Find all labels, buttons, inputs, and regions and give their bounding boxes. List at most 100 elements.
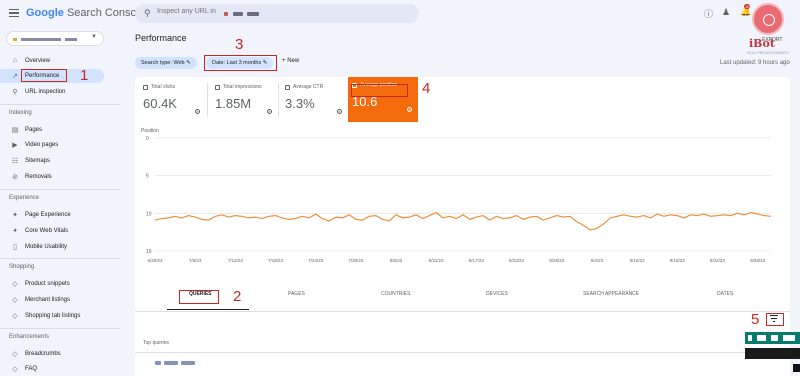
redacted-url [247, 12, 259, 16]
help-icon[interactable]: ⓘ [704, 7, 713, 20]
info-icon[interactable]: ? [407, 107, 412, 112]
app-logo[interactable]: Google Search Console [26, 7, 145, 19]
divider [135, 352, 790, 353]
account-search-icon[interactable]: ♟ [722, 7, 730, 18]
tab-devices[interactable]: DEVICES [486, 291, 508, 297]
y-tick-label: 0 [146, 136, 149, 142]
chevron-down-icon: ▼ [91, 34, 97, 40]
home-icon: ⌂ [12, 57, 18, 64]
sidebar-item-url-inspection[interactable]: ⚲ URL inspection [0, 85, 108, 99]
sitemap-icon: ☷ [11, 158, 19, 165]
table-header-top-queries: Top queries [143, 340, 169, 346]
sidebar-item-mobile-usability[interactable]: ▯ Mobile Usability [0, 240, 108, 254]
watermark-mark [771, 335, 778, 341]
position-chart: Position 0 5 10 15 6/30/23 7/6/23 7/12/23 7/18/2… [141, 128, 772, 263]
info-icon[interactable]: ? [267, 109, 272, 114]
redacted-query [155, 361, 161, 365]
redacted-query [181, 361, 195, 365]
metric-card-total-clicks[interactable]: Total clicks 60.4K ? [139, 79, 205, 120]
performance-panel: Total clicks 60.4K ? Total impressions 1… [135, 77, 790, 299]
divider [0, 189, 120, 190]
watermark-mark [757, 335, 766, 341]
annotation-2: 2 [233, 288, 242, 305]
x-tick-label: 8/23/23 [509, 258, 525, 263]
info-icon[interactable]: ? [337, 109, 342, 114]
x-tick-label: 6/30/23 [147, 258, 163, 263]
x-tick-label: 8/17/23 [469, 258, 485, 263]
x-tick-label: 7/30/23 [348, 258, 364, 263]
product-icon: ◇ [12, 281, 18, 288]
y-axis-label: Position [141, 128, 159, 134]
sidebar-item-breadcrumbs[interactable]: ◇ Breadcrumbs [0, 347, 108, 361]
new-filter-button[interactable]: + New [282, 58, 299, 64]
video-icon: ▶ [12, 142, 18, 149]
pages-icon: ▤ [11, 127, 19, 134]
sidebar-item-shopping-tab-listings[interactable]: ◇ Shopping tab listings [0, 309, 108, 323]
highlight-date-filter [204, 55, 277, 71]
metric-checkbox[interactable] [143, 85, 148, 90]
tab-countries[interactable]: COUNTRIES [381, 291, 410, 297]
property-selector[interactable]: ▼ [6, 31, 104, 46]
redacted-url [233, 12, 243, 16]
removals-icon: ⊘ [12, 174, 18, 181]
y-tick-label: 5 [146, 174, 149, 180]
breadcrumb-icon: ◇ [12, 351, 18, 358]
watermark-banner [745, 332, 800, 344]
series-line [154, 212, 772, 231]
sidebar-item-product-snippets[interactable]: ◇ Product snippets [0, 277, 108, 291]
sidebar-item-overview[interactable]: ⌂ Overview [0, 54, 108, 68]
divider [0, 328, 120, 329]
metric-card-total-impressions[interactable]: Total impressions 1.85M ? [211, 79, 277, 120]
x-tick-label: 8/5/23 [390, 258, 403, 263]
highlight-queries-tab [179, 290, 219, 304]
tab-dates[interactable]: DATES [717, 291, 733, 297]
divider [0, 104, 120, 105]
x-tick-label: 7/12/23 [228, 258, 244, 263]
notifications-icon[interactable]: 🔔 10 [740, 4, 751, 17]
x-tick-label: 9/16/23 [670, 258, 686, 263]
annotation-1: 1 [80, 67, 89, 84]
annotation-3: 3 [235, 36, 244, 53]
url-inspection-search[interactable]: ⚲ [135, 4, 419, 23]
merchant-icon: ◇ [12, 297, 18, 304]
edit-icon: ✎ [186, 60, 191, 66]
tab-pages[interactable]: PAGES [288, 291, 305, 297]
active-tab-indicator [167, 309, 249, 310]
divider [135, 311, 790, 312]
sidebar-item-video-pages[interactable]: ▶ Video pages [0, 138, 108, 152]
sidebar-item-pages[interactable]: ▤ Pages [0, 123, 108, 137]
metric-checkbox[interactable] [215, 85, 220, 90]
watermark-banner [745, 348, 800, 359]
metric-checkbox[interactable] [285, 85, 290, 90]
sidebar-item-removals[interactable]: ⊘ Removals [0, 170, 108, 184]
y-tick-label: 10 [146, 211, 152, 217]
sidebar-item-merchant-listings[interactable]: ◇ Merchant listings [0, 293, 108, 307]
x-tick-label: 9/10/23 [630, 258, 646, 263]
last-updated: Last updated: 9 hours ago [720, 60, 790, 66]
sidebar-item-faq[interactable]: ◇ FAQ [0, 362, 108, 376]
page-experience-icon: ✦ [12, 212, 18, 219]
top-bar: Google Search Console ⚲ ⓘ ♟ 🔔10 [0, 0, 800, 28]
page-title: Performance [135, 33, 187, 43]
metric-card-average-ctr[interactable]: Average CTR 3.3% ? [281, 79, 347, 120]
y-tick-label: 15 [146, 249, 152, 255]
x-tick-label: 9/22/23 [710, 258, 726, 263]
sidebar-item-page-experience[interactable]: ✦ Page Experience [0, 208, 108, 222]
highlight-filter-button [766, 313, 784, 326]
shopping-icon: ◇ [12, 313, 18, 320]
annotation-4: 4 [422, 80, 431, 97]
main-menu-icon[interactable] [9, 9, 19, 17]
x-tick-label: 7/18/23 [268, 258, 284, 263]
sidebar-item-core-web-vitals[interactable]: ◕ Core Web Vitals [0, 224, 108, 238]
highlight-average-position [351, 84, 408, 97]
sidebar-item-sitemaps[interactable]: ☷ Sitemaps [0, 154, 108, 168]
divider [207, 83, 208, 117]
info-icon[interactable]: ? [195, 109, 200, 114]
x-tick-label: 8/11/23 [429, 258, 444, 263]
faq-icon: ◇ [12, 366, 18, 373]
annotation-5: 5 [751, 311, 760, 328]
speed-icon: ◕ [12, 227, 18, 234]
search-type-filter[interactable]: Search type: Web ✎ [135, 57, 197, 69]
watermark-banner [793, 364, 800, 372]
tab-search-appearance[interactable]: SEARCH APPEARANCE [583, 291, 639, 297]
